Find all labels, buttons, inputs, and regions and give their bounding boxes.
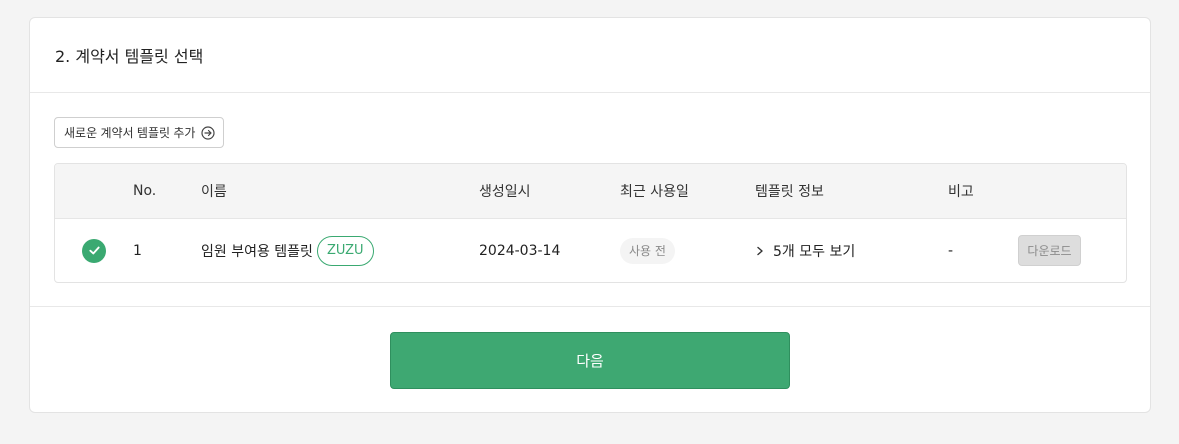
add-template-button[interactable]: 새로운 계약서 템플릿 추가 [54,117,225,148]
header-note: 비고 [948,184,974,200]
header-created: 생성일시 [479,184,531,200]
header-last-used: 최근 사용일 [620,184,689,200]
table-header: No. 이름 생성일시 최근 사용일 템플릿 정보 비고 [55,164,1126,219]
chevron-right-icon [757,246,763,255]
contract-template-card: 2. 계약서 템플릿 선택 새로운 계약서 템플릿 추가 No. 이름 생성일시… [29,17,1151,413]
header-info: 템플릿 정보 [755,184,824,200]
add-template-label: 새로운 계약서 템플릿 추가 [64,126,196,140]
row-created: 2024-03-14 [479,242,561,259]
card-footer: 다음 [30,307,1150,413]
template-table: No. 이름 생성일시 최근 사용일 템플릿 정보 비고 1 임원 부여용 템플… [54,163,1127,283]
header-name: 이름 [201,184,227,200]
row-info: 5개 모두 보기 [773,243,856,260]
card-body: 새로운 계약서 템플릿 추가 No. 이름 생성일시 최근 사용일 템플릿 정보… [30,93,1150,307]
header-no: No. [133,183,157,199]
arrow-right-circle-icon [201,125,216,140]
next-button[interactable]: 다음 [390,332,790,389]
row-name: 임원 부여용 템플릿 [201,243,313,260]
table-row[interactable]: 1 임원 부여용 템플릿 ZUZU 2024-03-14 사용 전 5개 모두 … [55,219,1126,282]
row-note: - [948,242,954,259]
selected-check-icon[interactable] [82,238,106,263]
row-no: 1 [133,242,142,259]
download-button[interactable]: 다운로드 [1018,235,1081,266]
row-last-used-badge: 사용 전 [620,237,675,264]
card-header: 2. 계약서 템플릿 선택 [30,18,1150,93]
row-tag: ZUZU [316,235,374,266]
section-title: 2. 계약서 템플릿 선택 [55,47,204,66]
template-info-toggle[interactable]: 5개 모두 보기 [755,241,948,261]
